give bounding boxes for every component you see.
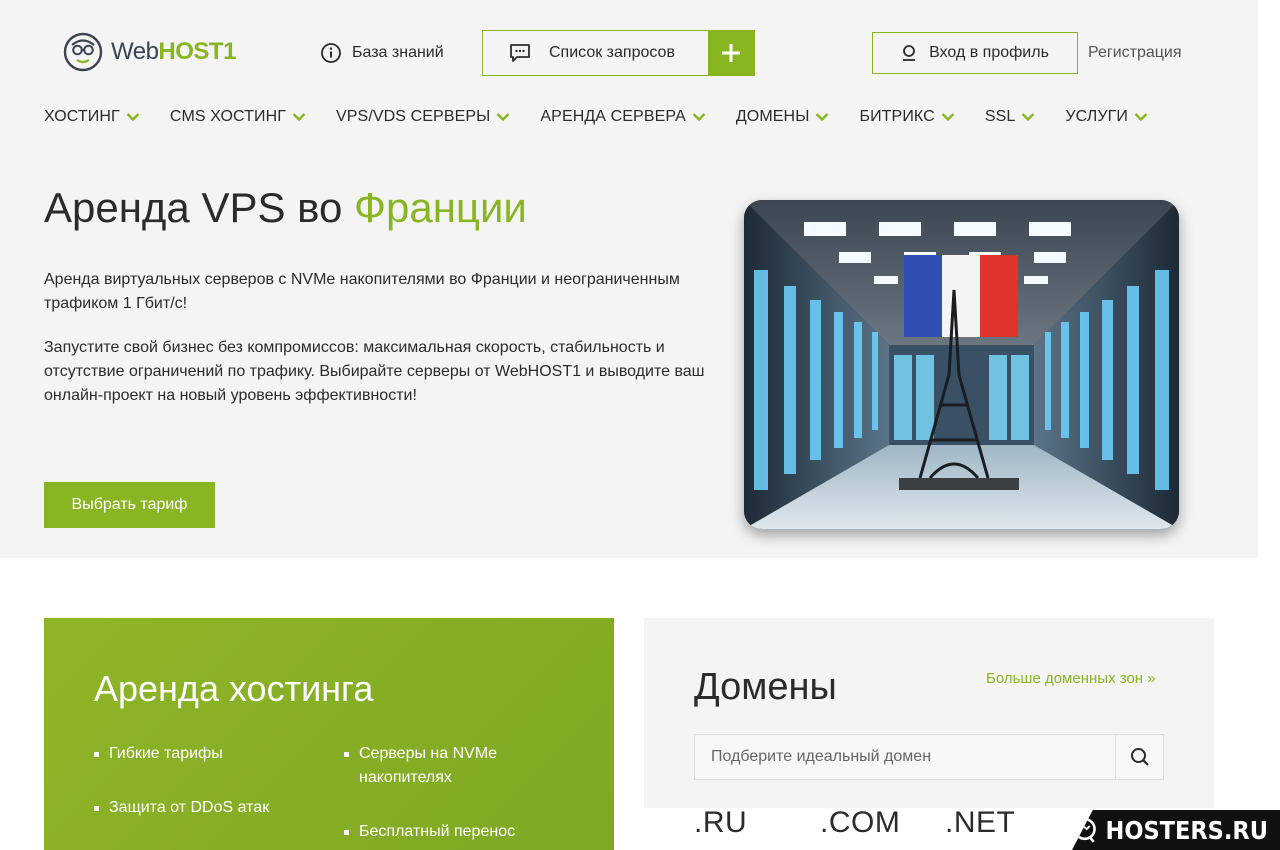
logo-mascot-icon [63, 32, 103, 72]
knowledge-base-link[interactable]: База знаний [320, 42, 444, 64]
nav-item-vps[interactable]: VPS/VDS СЕРВЕРЫ [336, 108, 510, 126]
chevron-down-icon [1022, 113, 1035, 122]
more-zones-link[interactable]: Больше доменных зон » [986, 670, 1156, 687]
nav-item-label: CMS ХОСТИНГ [169, 108, 287, 125]
hosters-logo-icon [1073, 817, 1096, 843]
register-link[interactable]: Регистрация [1088, 44, 1182, 62]
hosting-feature: Защита от DDoS атак [94, 796, 269, 820]
nav-item-dedicated[interactable]: АРЕНДА СЕРВЕРА [540, 108, 706, 126]
domain-search-input[interactable] [695, 735, 1115, 779]
plus-icon [722, 44, 740, 62]
hosting-feature: Гибкие тарифы [94, 742, 223, 766]
hero-paragraph-1: Аренда виртуальных серверов с NVMe накоп… [44, 271, 680, 312]
page-title: Аренда VPS во Франции [44, 184, 527, 231]
nav-item-cms-hosting[interactable]: CMS ХОСТИНГ [170, 108, 306, 126]
requests-list-button[interactable]: Список запросов [483, 31, 708, 75]
nav-item-label: ХОСТИНГ [44, 108, 120, 125]
chevron-down-icon [816, 113, 829, 122]
hosting-feature: Бесплатный перенос [344, 820, 544, 844]
nav-item-domains[interactable]: ДОМЕНЫ [736, 108, 830, 126]
watermark-text: HOSTERS.RU [1105, 815, 1269, 845]
login-label: Вход в профиль [929, 44, 1049, 61]
add-request-button[interactable] [708, 31, 754, 75]
main-nav: ХОСТИНГ CMS ХОСТИНГ VPS/VDS СЕРВЕРЫ АРЕН… [44, 108, 1178, 126]
nav-item-label: УСЛУГИ [1065, 108, 1128, 125]
requests-list-label: Список запросов [549, 44, 675, 61]
site-logo[interactable]: WebHOST1 [63, 32, 236, 72]
chevron-down-icon [1134, 113, 1148, 122]
domain-search [694, 734, 1164, 780]
chevron-down-icon [941, 113, 955, 122]
domain-search-button[interactable] [1115, 735, 1163, 779]
nav-item-label: VPS/VDS СЕРВЕРЫ [336, 108, 491, 125]
hosting-card-title: Аренда хостинга [94, 668, 374, 709]
chevron-down-icon [497, 113, 510, 122]
hero-paragraph-2: Запустите свой бизнес без компромиссов: … [44, 339, 705, 404]
nav-item-label: SSL [984, 108, 1016, 125]
logo-text: WebHOST1 [111, 38, 236, 65]
nav-item-bitrix[interactable]: БИТРИКС [859, 108, 955, 126]
domain-zone-ru[interactable]: .RU [694, 806, 747, 840]
nav-item-ssl[interactable]: SSL [985, 108, 1036, 126]
chevron-down-icon [692, 113, 706, 122]
chevron-down-icon [126, 113, 140, 122]
hosters-watermark: HOSTERS.RU [1072, 810, 1280, 850]
nav-item-label: БИТРИКС [859, 108, 935, 125]
nav-item-services[interactable]: УСЛУГИ [1065, 108, 1148, 126]
nav-item-label: ДОМЕНЫ [735, 108, 810, 125]
knowledge-base-label: База знаний [352, 44, 444, 61]
hero-illustration [744, 200, 1179, 529]
info-icon [321, 43, 341, 63]
nav-item-label: АРЕНДА СЕРВЕРА [540, 108, 686, 125]
chevron-down-icon [292, 113, 306, 122]
domain-zone-net[interactable]: .NET [945, 806, 1015, 840]
hosting-feature: Серверы на NVMe накопителях [344, 742, 544, 790]
datacenter-illustration [744, 200, 1179, 529]
nav-item-hosting[interactable]: ХОСТИНГ [44, 108, 140, 126]
choose-plan-button[interactable]: Выбрать тариф [44, 482, 215, 528]
domains-card-title: Домены [694, 666, 837, 708]
search-icon [1130, 748, 1149, 766]
login-button[interactable]: Вход в профиль [872, 32, 1078, 74]
user-icon [903, 45, 916, 61]
requests-box: Список запросов [482, 30, 755, 76]
domain-zone-com[interactable]: .COM [820, 806, 900, 840]
chat-icon [510, 44, 530, 62]
page-title-accent: Франции [354, 184, 527, 231]
